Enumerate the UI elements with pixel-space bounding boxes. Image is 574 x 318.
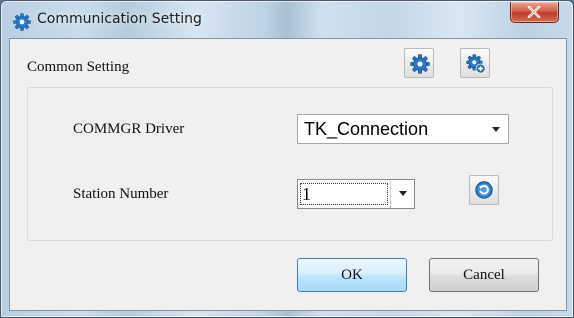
cancel-button[interactable]: Cancel bbox=[429, 258, 539, 292]
common-setting-group bbox=[27, 87, 553, 241]
settings-button[interactable] bbox=[404, 48, 434, 78]
dialog-window: Communication Setting Common Setting COM… bbox=[0, 0, 574, 318]
group-header: Common Setting bbox=[27, 59, 130, 75]
gear-icon bbox=[13, 13, 31, 31]
window-title: Communication Setting bbox=[37, 11, 202, 27]
chevron-down-icon bbox=[399, 191, 407, 196]
ok-button[interactable]: OK bbox=[297, 258, 407, 292]
station-number-label: Station Number bbox=[73, 186, 169, 202]
refresh-icon bbox=[475, 181, 493, 199]
driver-select[interactable]: TK_Connection bbox=[297, 114, 509, 144]
refresh-button[interactable] bbox=[469, 175, 499, 205]
station-number-dropdown-button[interactable] bbox=[390, 180, 415, 208]
station-number-combo[interactable]: 1 bbox=[297, 179, 415, 209]
title-bar[interactable]: Communication Setting bbox=[1, 1, 573, 37]
station-number-input[interactable]: 1 bbox=[300, 183, 388, 205]
gear-icon bbox=[410, 54, 430, 74]
close-icon bbox=[527, 6, 541, 18]
advanced-settings-button[interactable] bbox=[460, 48, 490, 78]
gear-plus-icon bbox=[466, 54, 486, 74]
close-button[interactable] bbox=[510, 2, 559, 23]
driver-label: COMMGR Driver bbox=[73, 121, 185, 137]
driver-select-value: TK_Connection bbox=[304, 119, 429, 139]
chevron-down-icon bbox=[492, 127, 500, 132]
